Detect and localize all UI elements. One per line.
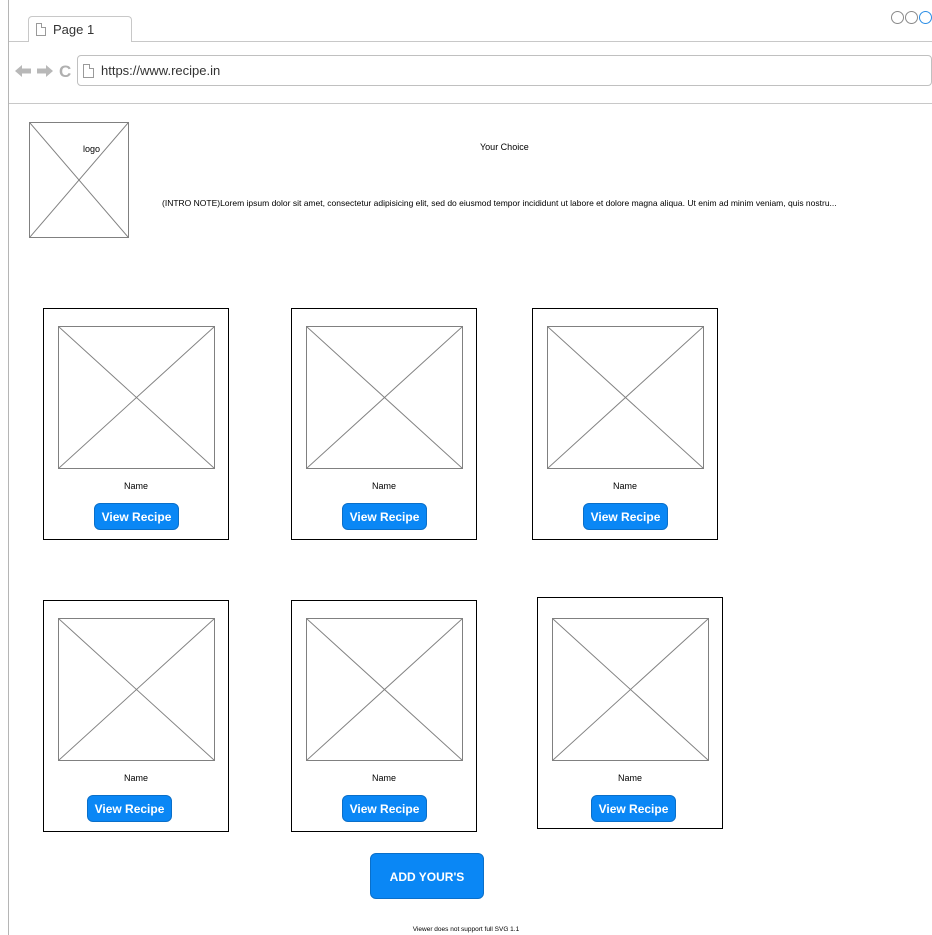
reload-icon[interactable]: C (59, 63, 71, 80)
page-icon (83, 64, 94, 78)
close-icon[interactable] (919, 11, 932, 24)
tab-page-1[interactable]: Page 1 (28, 16, 132, 42)
maximize-icon[interactable] (905, 11, 918, 24)
recipe-card: Name View Recipe (291, 308, 477, 540)
recipe-card: Name View Recipe (291, 600, 477, 832)
tab-strip-divider (9, 41, 932, 42)
view-recipe-button[interactable]: View Recipe (342, 503, 427, 530)
recipe-card: Name View Recipe (537, 597, 723, 829)
minimize-icon[interactable] (891, 11, 904, 24)
view-recipe-button[interactable]: View Recipe (87, 795, 172, 822)
recipe-name: Name (612, 481, 637, 491)
logo-placeholder (29, 122, 129, 238)
recipe-image (58, 618, 215, 761)
view-recipe-button[interactable]: View Recipe (342, 795, 427, 822)
recipe-name: Name (617, 773, 642, 783)
url-text[interactable]: https://www.recipe.in (101, 63, 220, 78)
recipe-image (58, 326, 215, 469)
view-recipe-button[interactable]: View Recipe (94, 503, 179, 530)
image-placeholder-icon (307, 327, 462, 468)
recipe-name: Name (371, 481, 396, 491)
forward-arrow-icon[interactable] (37, 65, 53, 77)
recipe-image (552, 618, 709, 761)
recipe-image (306, 326, 463, 469)
intro-note: (INTRO NOTE)Lorem ipsum dolor sit amet, … (162, 198, 837, 208)
recipe-image (547, 326, 704, 469)
recipe-card: Name View Recipe (43, 600, 229, 832)
tab-label: Page 1 (53, 22, 95, 37)
image-placeholder-icon (30, 123, 128, 237)
back-arrow-icon[interactable] (15, 65, 31, 77)
recipe-name: Name (371, 773, 396, 783)
recipe-image (306, 618, 463, 761)
recipe-name: Name (123, 773, 148, 783)
recipe-card: Name View Recipe (43, 308, 229, 540)
image-placeholder-icon (59, 619, 214, 760)
window-controls (891, 11, 932, 24)
view-recipe-button[interactable]: View Recipe (583, 503, 668, 530)
address-bar[interactable]: https://www.recipe.in (77, 55, 932, 86)
page-icon (36, 23, 46, 36)
chrome-divider (9, 103, 932, 104)
browser-chrome (9, 0, 932, 104)
logo-label: logo (83, 144, 101, 154)
view-recipe-button[interactable]: View Recipe (591, 795, 676, 822)
site-title: Your Choice (480, 142, 529, 152)
image-placeholder-icon (553, 619, 708, 760)
image-placeholder-icon (548, 327, 703, 468)
viewer-warning: Viewer does not support full SVG 1.1 (412, 926, 520, 933)
recipe-card: Name View Recipe (532, 308, 718, 540)
image-placeholder-icon (59, 327, 214, 468)
recipe-name: Name (123, 481, 148, 491)
add-recipe-button[interactable]: ADD YOUR'S (370, 853, 484, 899)
image-placeholder-icon (307, 619, 462, 760)
